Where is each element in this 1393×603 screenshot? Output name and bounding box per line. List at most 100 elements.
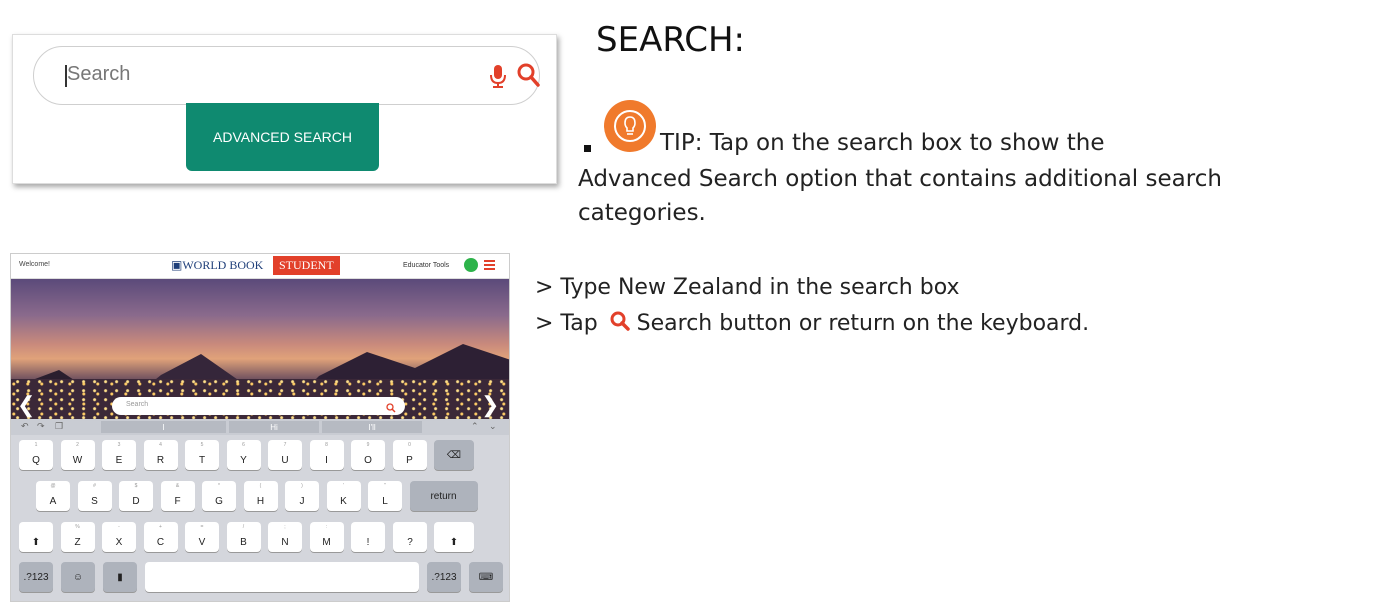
- space-key[interactable]: [145, 562, 419, 592]
- key-secondary-label: 6: [242, 442, 245, 448]
- chevron-up-icon[interactable]: ⌃: [471, 421, 479, 432]
- key-g[interactable]: * G: [202, 481, 236, 511]
- key-secondary-label: &: [175, 483, 180, 489]
- next-arrow-icon[interactable]: ❯: [481, 392, 499, 418]
- key-secondary-label: #: [93, 483, 96, 489]
- key-secondary-label: 0: [408, 442, 411, 448]
- key-o[interactable]: 9O: [351, 440, 385, 470]
- key-secondary-label: +: [159, 524, 162, 530]
- dictation-key[interactable]: ▮: [103, 562, 137, 592]
- suggestion-1[interactable]: I: [101, 421, 226, 433]
- logo-text: WORLD BOOK: [182, 258, 264, 272]
- key-w[interactable]: 2W: [60, 440, 95, 470]
- key-secondary-label: ): [301, 483, 303, 489]
- step-1-suffix: in the search box: [762, 275, 960, 300]
- key-label: C: [156, 537, 165, 548]
- key-label: J: [299, 496, 305, 507]
- return-key[interactable]: return: [409, 481, 478, 511]
- educator-tools-link[interactable]: Educator Tools: [403, 262, 449, 269]
- key-secondary-label: %: [75, 524, 80, 530]
- shift-key-right[interactable]: ⬆: [434, 522, 474, 552]
- emoji-key[interactable]: ☺: [61, 562, 95, 592]
- key-secondary-label: 4: [159, 442, 162, 448]
- key-label: E: [115, 455, 123, 466]
- key-p[interactable]: 0P: [392, 440, 427, 470]
- key-s[interactable]: # S: [77, 481, 112, 511]
- key-j[interactable]: ) J: [285, 481, 319, 511]
- steps-list: > Type New Zealand in the search box > T…: [535, 270, 1089, 344]
- step-1: > Type New Zealand in the search box: [535, 270, 1089, 306]
- key-r[interactable]: 4R: [143, 440, 178, 470]
- undo-icon[interactable]: ↶: [21, 421, 29, 432]
- key-secondary-label: (: [259, 483, 262, 489]
- numbers-key-right[interactable]: .?123: [427, 562, 461, 592]
- key-punct-7[interactable]: !: [351, 522, 385, 552]
- key-z[interactable]: % Z: [60, 522, 95, 552]
- key-t[interactable]: 5T: [185, 440, 219, 470]
- top-bar: Welcome! ▣WORLD BOOK STUDENT Educator To…: [11, 254, 509, 279]
- search-icon[interactable]: [516, 62, 540, 93]
- step-1-term: New Zealand: [617, 275, 763, 300]
- tablet-search-input[interactable]: Search: [112, 397, 405, 415]
- key-label: S: [91, 496, 98, 507]
- key-label: ?: [407, 537, 413, 548]
- key-x[interactable]: -X: [102, 522, 136, 552]
- key-u[interactable]: 7U: [268, 440, 302, 470]
- chevron-down-icon[interactable]: ⌄: [489, 421, 497, 432]
- key-m[interactable]: :M: [309, 522, 344, 552]
- menu-icon[interactable]: [484, 260, 495, 270]
- key-secondary-label: :: [325, 524, 328, 530]
- key-label: return: [430, 490, 457, 502]
- key-secondary-label: 7: [283, 442, 287, 448]
- key-label: M: [322, 537, 331, 548]
- key-k[interactable]: ' K: [326, 481, 361, 511]
- key-label: U: [281, 455, 289, 466]
- key-q[interactable]: 1Q: [19, 440, 53, 470]
- page-title: SEARCH:: [596, 20, 746, 60]
- key-secondary-label: 9: [366, 442, 370, 448]
- key-secondary-label: 1: [34, 442, 38, 448]
- key-secondary-label: 2: [76, 442, 79, 448]
- mic-icon[interactable]: [489, 63, 507, 94]
- key-secondary-label: =: [200, 524, 204, 530]
- key-secondary-label: @: [50, 483, 56, 489]
- redo-icon[interactable]: ↷: [37, 421, 45, 432]
- add-icon[interactable]: [464, 258, 478, 272]
- paste-icon[interactable]: ❐: [55, 421, 63, 432]
- key-label: L: [382, 496, 388, 507]
- key-label: .?123: [431, 571, 457, 583]
- hide-keyboard-key[interactable]: ⌨: [469, 562, 503, 592]
- key-secondary-label: 8: [325, 442, 328, 448]
- key-n[interactable]: ; N: [268, 522, 302, 552]
- prev-arrow-icon[interactable]: ❮: [17, 392, 35, 418]
- key-b[interactable]: / B: [226, 522, 261, 552]
- student-badge: STUDENT: [273, 256, 340, 275]
- shift-key-left[interactable]: ⬆: [19, 522, 53, 552]
- advanced-search-button[interactable]: ADVANCED SEARCH: [186, 103, 379, 171]
- numbers-key-left[interactable]: .?123: [19, 562, 53, 592]
- search-icon[interactable]: [386, 400, 396, 418]
- key-a[interactable]: @ A: [36, 481, 70, 511]
- key-h[interactable]: (H: [243, 481, 278, 511]
- key-label: ☺: [72, 571, 84, 583]
- search-input[interactable]: Search: [33, 46, 540, 105]
- suggestion-2[interactable]: Hi: [229, 421, 319, 433]
- key-d[interactable]: $ D: [119, 481, 153, 511]
- backspace-key[interactable]: ⌫: [434, 440, 474, 470]
- lightbulb-icon: [604, 100, 656, 152]
- key-e[interactable]: 3E: [102, 440, 136, 470]
- key-secondary-label: 5: [200, 442, 204, 448]
- key-c[interactable]: + C: [143, 522, 178, 552]
- suggestion-3[interactable]: I'll: [322, 421, 422, 433]
- key-y[interactable]: 6Y: [226, 440, 261, 470]
- key-question[interactable]: ?: [393, 522, 427, 552]
- key-f[interactable]: & F: [160, 481, 195, 511]
- key-label: O: [364, 455, 372, 466]
- key-i[interactable]: 8I: [309, 440, 344, 470]
- key-label: T: [198, 455, 206, 466]
- on-screen-keyboard: ↶ ↷ ❐ I Hi I'll ⌃ ⌄ 1Q2W3E4R5T6Y7U8I9O0P…: [11, 419, 509, 601]
- key-l[interactable]: " L: [368, 481, 402, 511]
- key-label: X: [115, 537, 123, 548]
- key-v[interactable]: = V: [185, 522, 219, 552]
- key-label: P: [406, 455, 413, 466]
